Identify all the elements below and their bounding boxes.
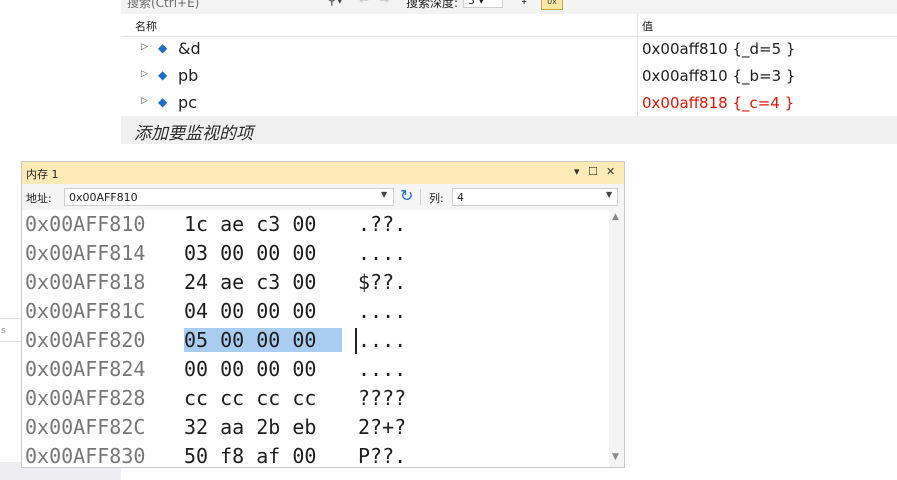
memory-row[interactable]: 0x00AFF818 24 ae c3 00 $??. [22,268,609,297]
close-icon[interactable]: ✕ [606,165,615,178]
scroll-up-icon[interactable]: ▲ [612,212,619,222]
search-depth-value: 3 [468,0,475,7]
column-divider [637,90,638,117]
expand-arrow-icon[interactable]: ▷ [141,42,148,52]
memory-scrollbar[interactable]: ▲ ▼ [609,210,624,467]
object-icon: ◆ [158,41,168,55]
memory-row-ascii[interactable]: P??. [358,444,406,467]
memory-row-address: 0x00AFF830 [25,444,146,467]
columns-label: 列: [429,192,444,205]
add-watch-item[interactable]: 添加要监视的项 [121,116,897,144]
memory-row-address: 0x00AFF828 [25,386,146,410]
refresh-icon[interactable]: ↻ [400,186,413,205]
memory-row-bytes-selected[interactable]: 05 00 00 00 [184,328,343,352]
memory-row-address: 0x00AFF820 [25,328,146,352]
memory-row-ascii[interactable]: ???? [358,386,406,410]
search-forward-arrow-icon[interactable]: → [379,0,389,7]
memory-row-bytes[interactable]: 04 00 00 00 [184,299,316,323]
address-input[interactable]: 0x00AFF810 [64,188,394,206]
watch-row-name: pb [178,66,199,85]
address-label: 地址: [26,192,52,205]
watch-row[interactable]: ▷ ◆ pb 0x00aff810 {_b=3 } [121,63,897,90]
watch-row-value: 0x00aff810 {_d=5 } [642,40,796,58]
expand-arrow-icon[interactable]: ▷ [141,96,148,106]
memory-row[interactable]: 0x00AFF810 1c ae c3 00 .??. [22,210,609,239]
left-pane-stub-text: s [1,326,6,336]
columns-select[interactable]: 4 [452,188,618,206]
column-divider[interactable] [637,14,638,36]
memory-row-address: 0x00AFF82C [25,415,146,439]
watch-col-value[interactable]: 值 [642,18,653,34]
watch-row-name: pc [178,93,197,112]
memory-row-bytes[interactable]: 50 f8 af 00 [184,444,316,467]
memory-content[interactable]: 0x00AFF810 1c ae c3 00 .??. 0x00AFF814 0… [22,210,609,467]
pin-icon[interactable]: ⇞ [519,0,529,7]
columns-value: 4 [457,191,464,204]
chevron-down-icon[interactable]: ▼ [606,190,612,199]
watch-row-value: 0x00aff818 {_c=4 } [642,94,795,112]
memory-row-bytes[interactable]: cc cc cc cc [184,386,316,410]
memory-row-address: 0x00AFF824 [25,357,146,381]
memory-row-ascii[interactable]: 2?+? [358,415,406,439]
toolbar-separator [420,189,421,205]
memory-row-ascii[interactable]: .... [358,241,406,265]
search-back-arrow-icon[interactable]: ← [359,0,369,7]
column-divider [637,36,638,63]
memory-row-ascii[interactable]: .... [358,357,406,381]
scroll-down-icon[interactable]: ▼ [612,452,619,462]
chevron-down-icon[interactable]: ▼ [381,190,387,199]
object-icon: ◆ [158,68,168,82]
column-divider [637,63,638,90]
memory-row-ascii[interactable]: .... [358,299,406,323]
search-icon[interactable]: ⚲▾ [327,0,343,8]
memory-window-title: 内存 1 [26,168,59,181]
memory-row-ascii[interactable]: .... [358,328,406,352]
memory-row-bytes[interactable]: 03 00 00 00 [184,241,316,265]
text-caret [355,328,357,354]
memory-row-address: 0x00AFF818 [25,270,146,294]
watch-search-input[interactable]: 搜索(Ctrl+E) [127,0,199,11]
address-value: 0x00AFF810 [69,191,138,204]
watch-col-name[interactable]: 名称 [135,18,157,34]
memory-toolbar: 地址: 0x00AFF810 ▼ ↻ 列: 4 ▼ [22,184,624,210]
memory-row[interactable]: 0x00AFF824 00 00 00 00 .... [22,355,609,384]
watch-header: 名称 值 [121,14,897,37]
watch-toolbar: 搜索(Ctrl+E) ⚲▾ ← → 搜索深度: 3 ▾ ⇞ 0x [121,0,897,14]
memory-row[interactable]: 0x00AFF82C 32 aa 2b eb 2?+? [22,413,609,442]
memory-row-bytes[interactable]: 32 aa 2b eb [184,415,316,439]
memory-row[interactable]: 0x00AFF81C 04 00 00 00 .... [22,297,609,326]
memory-row-address: 0x00AFF810 [25,212,146,236]
search-depth-select[interactable]: 3 ▾ [463,0,503,8]
memory-row-bytes[interactable]: 1c ae c3 00 [184,212,316,236]
memory-row-bytes[interactable]: 24 ae c3 00 [184,270,316,294]
memory-row[interactable]: 0x00AFF814 03 00 00 00 .... [22,239,609,268]
object-icon: ◆ [158,95,168,109]
expand-arrow-icon[interactable]: ▷ [141,69,148,79]
watch-row[interactable]: ▷ ◆ pc 0x00aff818 {_c=4 } [121,90,897,117]
memory-row-address: 0x00AFF814 [25,241,146,265]
memory-title-bar[interactable]: 内存 1 ▾ ☐ ✕ [22,162,624,184]
memory-window: 内存 1 ▾ ☐ ✕ 地址: 0x00AFF810 ▼ ↻ 列: 4 ▼ 0x0… [21,161,625,468]
maximize-icon[interactable]: ☐ [588,165,598,178]
watch-row[interactable]: ▷ ◆ &d 0x00aff810 {_d=5 } [121,36,897,63]
memory-row-bytes[interactable]: 00 00 00 00 [184,357,316,381]
search-depth-label: 搜索深度: [406,0,459,10]
hex-display-icon[interactable]: 0x [541,0,563,10]
memory-row[interactable]: 0x00AFF830 50 f8 af 00 P??. [22,442,609,467]
watch-row-value: 0x00aff810 {_b=3 } [642,67,796,85]
memory-row-address: 0x00AFF81C [25,299,146,323]
watch-row-name: &d [178,39,201,58]
window-options-icon[interactable]: ▾ [574,165,580,178]
memory-row[interactable]: 0x00AFF828 cc cc cc cc ???? [22,384,609,413]
memory-row[interactable]: 0x00AFF820 05 00 00 00 .... [22,326,609,355]
add-watch-item-label: 添加要监视的项 [134,124,253,144]
memory-row-ascii[interactable]: .??. [358,212,406,236]
memory-row-ascii[interactable]: $??. [358,270,406,294]
